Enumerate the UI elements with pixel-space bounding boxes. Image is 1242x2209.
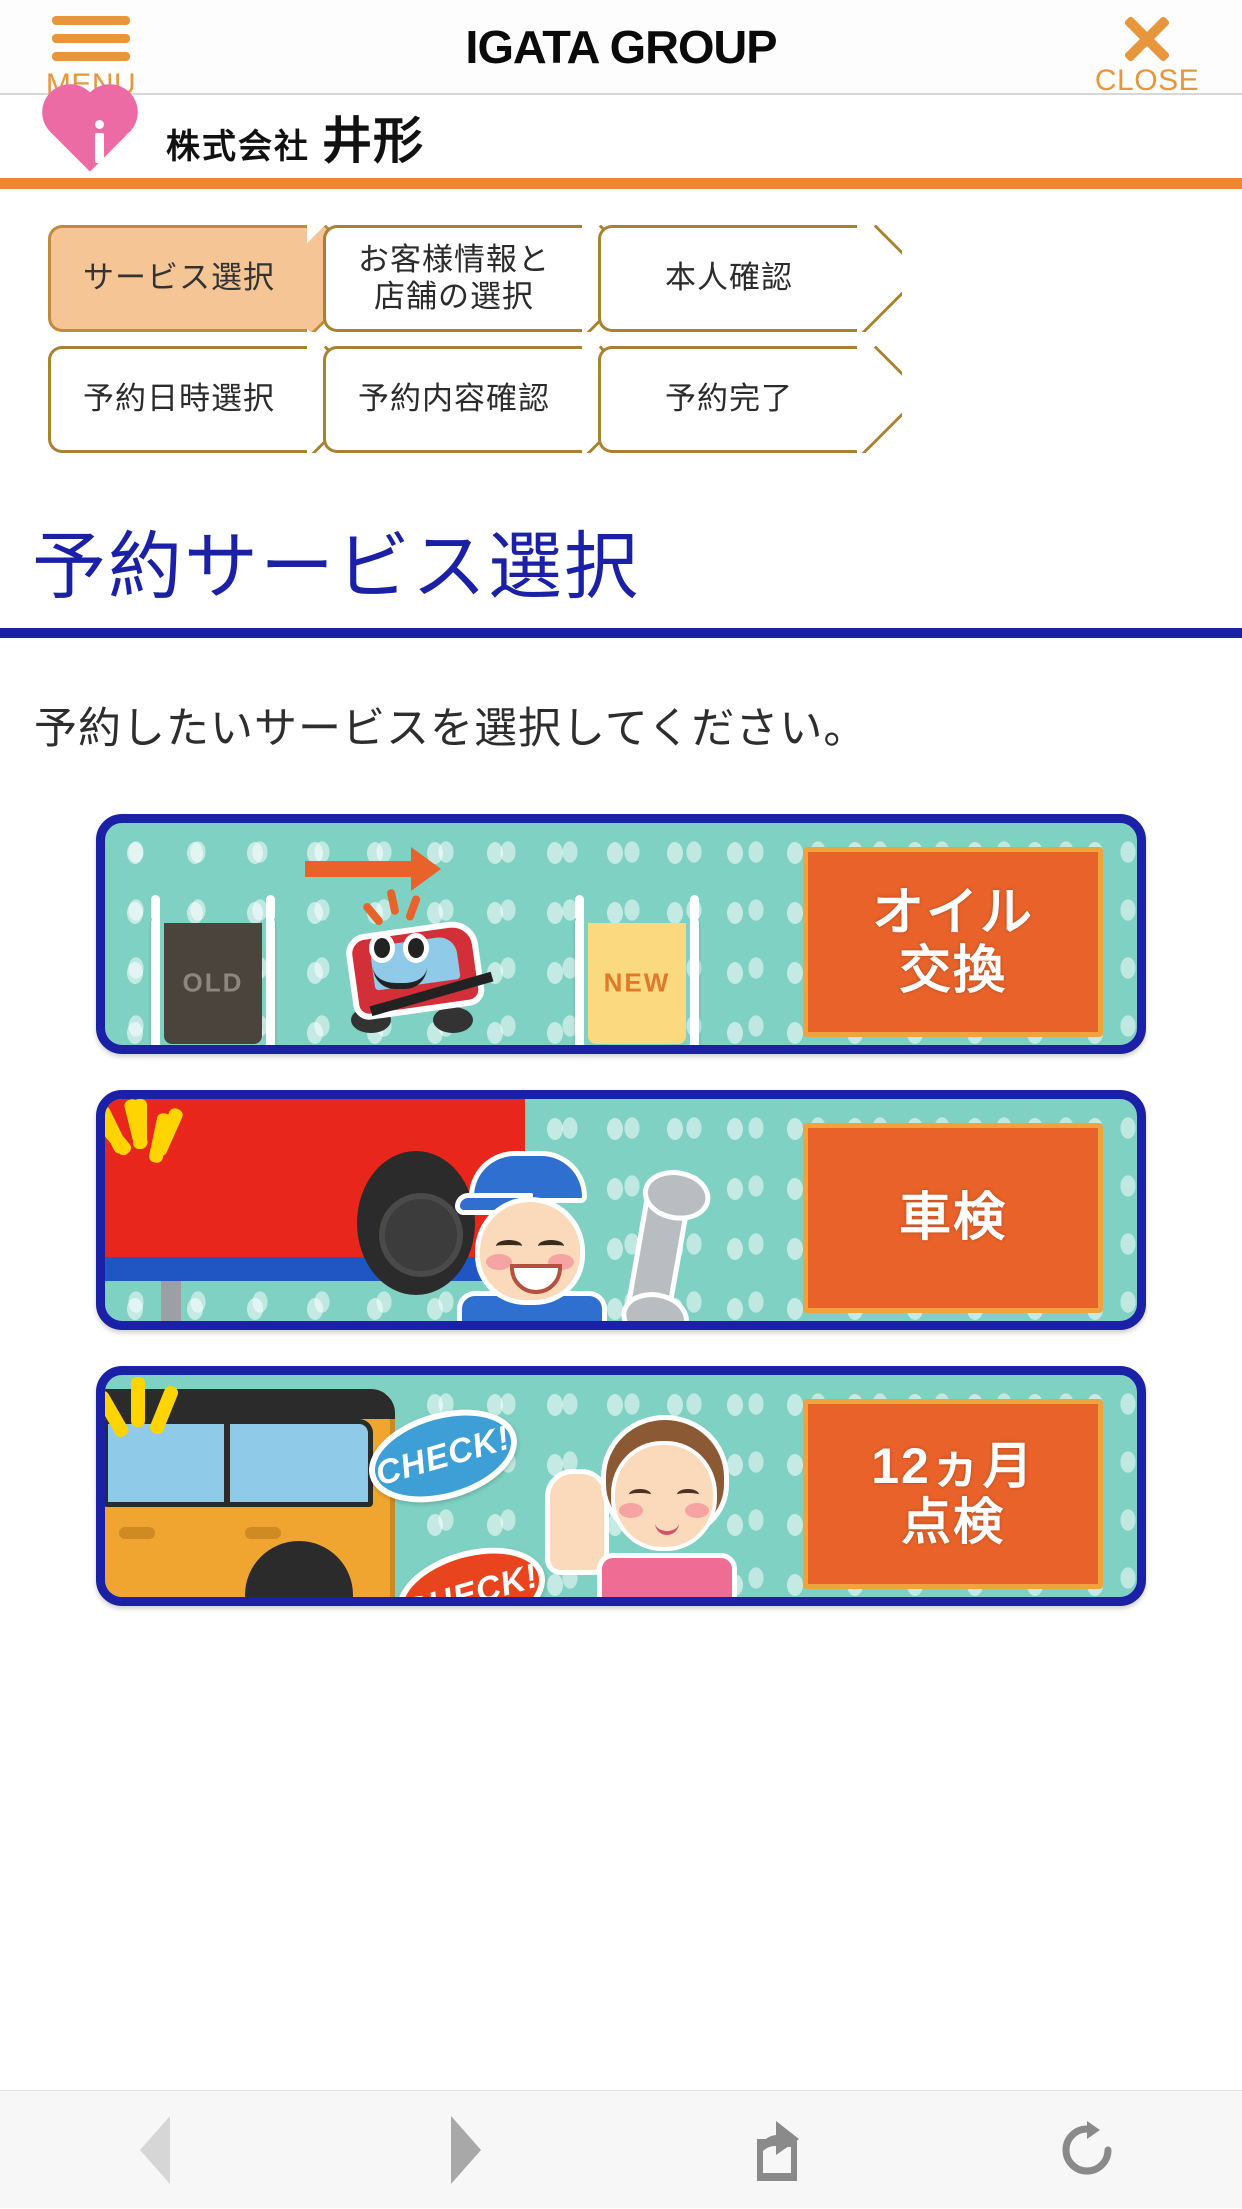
share-button[interactable] <box>621 2091 932 2209</box>
reload-button[interactable] <box>932 2091 1242 2209</box>
close-x-icon <box>1121 14 1173 64</box>
title-underline <box>0 628 1242 638</box>
service-card-list: OLD NEW オイル 交換 <box>0 756 1242 1606</box>
orange-divider <box>0 178 1242 189</box>
service-card-12-month-check[interactable]: CHECK! CHECK! 12ヵ月 点検 <box>96 1366 1146 1606</box>
company-name: 株式会社井形 <box>166 101 424 173</box>
service-label-line2: 点検 <box>901 1494 1005 1550</box>
lift-post-icon <box>161 1281 181 1330</box>
old-cup-label: OLD <box>160 967 266 998</box>
company-logo-bar[interactable]: 株式会社井形 <box>0 95 1242 178</box>
page-brand-title: IGATA GROUP <box>0 20 1242 74</box>
step-customer-info[interactable]: お客様情報と 店舗の選択 <box>323 225 582 332</box>
company-prefix: 株式会社 <box>166 128 310 166</box>
service-label-oil-change: オイル 交換 <box>803 847 1103 1037</box>
steps-row-1: サービス選択 お客様情報と 店舗の選択 本人確認 <box>48 225 1202 332</box>
step-label: 本人確認 <box>659 260 799 297</box>
step-label: 予約完了 <box>659 381 799 418</box>
service-label-12-month-check: 12ヵ月 点検 <box>803 1399 1103 1589</box>
lead-instruction: 予約したいサービスを選択してください。 <box>0 638 1242 756</box>
pink-heart-i-logo-icon <box>62 100 140 174</box>
step-service-select[interactable]: サービス選択 <box>48 225 307 332</box>
new-oil-cup-icon: NEW <box>575 917 699 1054</box>
service-card-oil-change[interactable]: OLD NEW オイル 交換 <box>96 814 1146 1054</box>
step-label: 予約日時選択 <box>77 381 281 418</box>
step-reservation-complete[interactable]: 予約完了 <box>598 346 857 453</box>
service-label-line1: オイル <box>872 884 1034 942</box>
step-label-line1: お客様情報と <box>358 242 550 277</box>
step-label-line2: 店舗の選択 <box>374 279 534 314</box>
steps-row-2: 予約日時選択 予約内容確認 予約完了 <box>48 346 1202 453</box>
service-label-shaken: 車検 <box>803 1123 1103 1313</box>
woman-thumbs-up-icon <box>545 1415 765 1606</box>
step-label: サービス選択 <box>77 260 281 297</box>
browser-bottom-toolbar <box>0 2090 1242 2208</box>
step-label: お客様情報と 店舗の選択 <box>352 242 556 315</box>
page-title: 予約サービス選択 <box>0 487 1242 628</box>
service-card-shaken[interactable]: 車検 <box>96 1090 1146 1330</box>
step-label: 予約内容確認 <box>352 381 556 418</box>
old-oil-cup-icon: OLD <box>151 917 275 1054</box>
service-label-line2: 交換 <box>899 942 1007 1000</box>
back-triangle-icon <box>140 2116 170 2184</box>
back-button[interactable] <box>0 2091 311 2209</box>
chevron-icon <box>857 346 902 453</box>
breadcrumb-steps: サービス選択 お客様情報と 店舗の選択 本人確認 予約日時選択 予約内容確認 予… <box>0 189 1242 487</box>
company-kanji: 井形 <box>322 113 424 169</box>
reload-icon <box>1056 2119 1118 2181</box>
mechanic-icon <box>425 1151 655 1330</box>
step-datetime-select[interactable]: 予約日時選択 <box>48 346 307 453</box>
step-identity-check[interactable]: 本人確認 <box>598 225 857 332</box>
right-arrow-icon <box>305 861 415 877</box>
step-reservation-confirm[interactable]: 予約内容確認 <box>323 346 582 453</box>
new-cup-label: NEW <box>584 967 690 998</box>
forward-triangle-icon <box>451 2116 481 2184</box>
share-icon <box>747 2119 805 2181</box>
forward-button[interactable] <box>311 2091 622 2209</box>
chevron-icon <box>857 225 902 332</box>
service-label-line1: 車検 <box>899 1189 1007 1247</box>
close-button[interactable]: CLOSE <box>1082 8 1212 96</box>
check-bubble-red: CHECK! <box>386 1532 556 1606</box>
close-label: CLOSE <box>1082 66 1212 96</box>
top-header: MENU IGATA GROUP CLOSE <box>0 0 1242 95</box>
red-car-mascot-icon <box>341 909 501 1031</box>
service-label-line1: 12ヵ月 <box>871 1438 1035 1494</box>
